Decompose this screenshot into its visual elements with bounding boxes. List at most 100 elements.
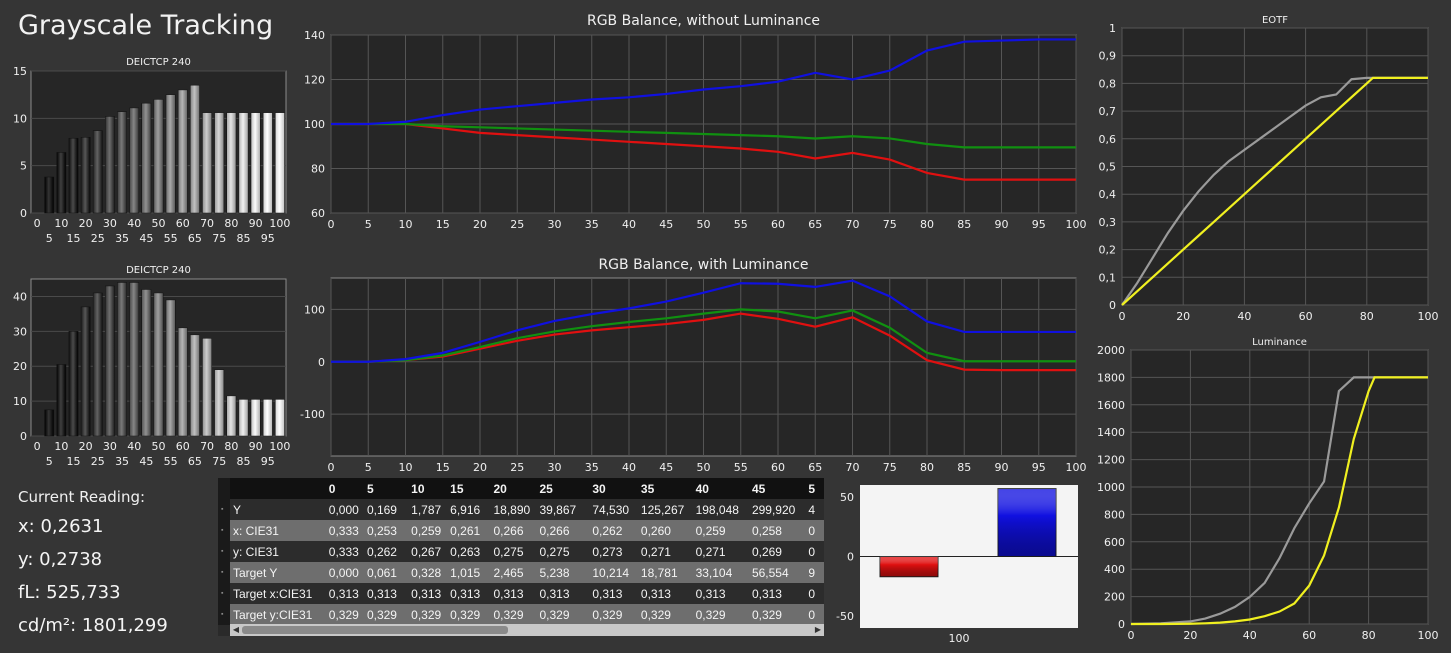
table-cell: 0: [808, 523, 816, 538]
table-cell: 39,867: [539, 502, 577, 517]
table-cell: 0,258: [751, 523, 782, 538]
rgb-bar-chart: -50 0 50 100: [836, 485, 1078, 645]
bar: [165, 299, 176, 437]
x-tick-label: 70: [200, 440, 214, 453]
x-tick-label: 45: [139, 232, 153, 245]
table-row[interactable]: ▪ x: CIE31 0,333 0,253 0,259 0,261 0,266 0,266 0…: [218, 520, 824, 541]
table-cell: 0,263: [450, 544, 481, 559]
row-selector[interactable]: ▪: [218, 520, 230, 541]
table-cell: 0,253: [366, 523, 397, 538]
x-tick-label: 0: [34, 217, 41, 230]
x-tick-label: 35: [115, 455, 129, 468]
scroll-left-icon[interactable]: ◀: [231, 625, 241, 635]
x-tick-label: 20: [473, 218, 487, 231]
column-header: 5: [366, 481, 374, 496]
row-selector[interactable]: ▪: [218, 604, 230, 625]
x-tick-label: 100: [1066, 461, 1087, 474]
y-tick-label: 800: [1104, 508, 1125, 521]
y-tick-label: 50: [840, 491, 854, 504]
bar: [68, 331, 79, 437]
bar: [202, 112, 212, 214]
table-cell: 0,262: [592, 523, 623, 538]
row-selector[interactable]: ▪: [218, 583, 230, 604]
bar: [275, 112, 285, 214]
y-tick-label: 0: [20, 430, 27, 443]
x-tick-label: 50: [697, 218, 711, 231]
x-tick-label: 75: [883, 218, 897, 231]
x-tick-label: 90: [995, 461, 1009, 474]
table-cell: 0,267: [411, 544, 442, 559]
row-selector[interactable]: ▪: [218, 499, 230, 520]
current-reading-label: Current Reading:: [18, 488, 146, 506]
reading-fl: fL: 525,733: [18, 582, 121, 603]
table-cell: x: CIE31: [232, 523, 279, 538]
table-row[interactable]: ▪ Target Y 0,000 0,061 0,328 1,015 2,465 5,238 1…: [218, 562, 824, 583]
y-tick-label: 1800: [1097, 371, 1125, 384]
x-tick-label: 10: [54, 440, 68, 453]
x-tick-label: 80: [224, 440, 238, 453]
x-tick-label: 65: [808, 218, 822, 231]
table-cell: 0,273: [592, 544, 623, 559]
table-cell: 0,313: [695, 586, 726, 601]
bar: [44, 176, 55, 214]
column-header: 45: [751, 481, 766, 496]
table-cell: 198,048: [695, 502, 739, 517]
x-tick-label: 65: [188, 455, 202, 468]
luminance-chart: Luminance0200400600800100012001400160018…: [1097, 337, 1439, 642]
table-cell: 0,262: [366, 544, 397, 559]
row-selector[interactable]: ▪: [218, 562, 230, 583]
scroll-right-icon[interactable]: ▶: [813, 625, 823, 635]
y-tick-label: 1600: [1097, 399, 1125, 412]
table-cell: 0,269: [751, 544, 782, 559]
table-cell: 0,329: [751, 607, 782, 622]
table-row[interactable]: ▪ Y 0,000 0,169 1,787 6,916 18,890 39,867 74,530…: [218, 499, 824, 520]
x-tick-label: 35: [585, 218, 599, 231]
bar: [190, 84, 200, 214]
table-cell: 5,238: [539, 565, 570, 580]
table-cell: 0,329: [450, 607, 481, 622]
x-tick-label: 15: [436, 461, 450, 474]
y-tick-label: 120: [304, 74, 325, 87]
table-cell: 0,313: [539, 586, 570, 601]
x-tick-label: 10: [399, 218, 413, 231]
table-cell: 1,787: [411, 502, 442, 517]
x-tick-label: 40: [622, 218, 636, 231]
table-cell: 0,329: [493, 607, 524, 622]
y-tick-label: 10: [13, 395, 27, 408]
bar: [177, 89, 188, 214]
bar: [190, 334, 200, 437]
table-row[interactable]: ▪ Target y:CIE31 0,329 0,329 0,329 0,329 0,329…: [218, 604, 824, 625]
table-row[interactable]: ▪ y: CIE31 0,333 0,262 0,267 0,263 0,275 0,275 0…: [218, 541, 824, 562]
y-tick-label: 0: [318, 356, 325, 369]
table-cell: 0,000: [328, 502, 359, 517]
scrollbar-thumb[interactable]: [242, 626, 508, 634]
x-tick-label: 30: [103, 440, 117, 453]
bar: [80, 137, 91, 214]
bar: [214, 369, 225, 437]
table-row[interactable]: ▪ Target x:CIE31 0,313 0,313 0,313 0,313 0,313…: [218, 583, 824, 604]
row-selector[interactable]: ▪: [218, 541, 230, 562]
x-tick-label: 25: [91, 232, 105, 245]
bar: [238, 399, 249, 437]
table-cell: 2,465: [493, 565, 524, 580]
table-cell: y: CIE31: [232, 544, 279, 559]
table-cell: Target y:CIE31: [232, 607, 313, 622]
measurement-table[interactable]: 0 5 10 15 20 25 30 35 40 45 5 ▪ Y 0,000 0,169 1,787 6,9…: [218, 478, 824, 636]
x-tick-label: 85: [957, 461, 971, 474]
reading-x: x: 0,2631: [18, 516, 104, 537]
chart-title: DEICTCP 240: [126, 265, 191, 276]
x-tick-label: 60: [1299, 310, 1313, 323]
table-cell: 0,266: [539, 523, 570, 538]
table-horizontal-scrollbar[interactable]: ◀ ▶: [230, 624, 824, 636]
x-tick-label: 100: [269, 217, 290, 230]
table-cell: 18,890: [493, 502, 531, 517]
x-tick-label: 40: [1243, 629, 1257, 642]
x-tick-label: 60: [176, 217, 190, 230]
table-cell: 0,329: [411, 607, 442, 622]
bar: [238, 112, 249, 214]
bar: [117, 111, 127, 214]
bar: [226, 112, 237, 214]
x-tick-label: 15: [67, 455, 81, 468]
chart-title: RGB Balance, without Luminance: [587, 13, 820, 29]
y-tick-label: 5: [20, 160, 27, 173]
